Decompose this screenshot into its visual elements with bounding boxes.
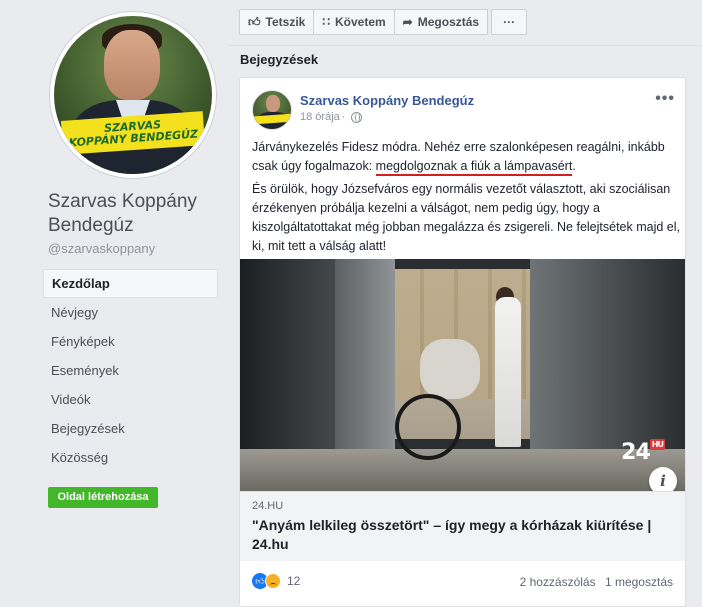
reaction-count: 12 <box>287 574 301 588</box>
link-preview[interactable]: 24.HU "Anyám lelkileg összetört" – így m… <box>240 491 685 561</box>
post-timestamp[interactable]: 18 órája <box>300 111 340 123</box>
link-preview-image[interactable]: 24 HU i <box>240 259 685 491</box>
post-author-avatar[interactable] <box>252 90 292 130</box>
post-meta: 18 órája · <box>300 111 363 123</box>
nav-item-videos[interactable]: Videók <box>43 385 218 414</box>
share-button[interactable]: ➦ Megosztás <box>393 9 489 35</box>
wheelchair <box>395 394 461 460</box>
share-arrow-icon: ➦ <box>402 15 413 29</box>
like-label: Tetszik <box>265 15 306 29</box>
divider <box>228 45 702 46</box>
comments-count[interactable]: 2 hozzászólás <box>520 575 596 589</box>
share-label: Megosztás <box>417 15 480 29</box>
avatar-photo: SZARVAS KOPPÁNY BENDEGÚZ <box>54 16 212 174</box>
thumbs-up-icon: 👍︎ <box>248 14 261 29</box>
post-card: Szarvas Koppány Bendegúz 18 órája · ••• … <box>239 77 686 607</box>
post-text: Járványkezelés Fidesz módra. Nehéz erre … <box>252 138 680 260</box>
underlined-phrase: megdolgoznak a fiúk a lámpavasért <box>375 159 573 176</box>
post-stats: 2 hozzászólás 1 megosztás <box>520 575 673 589</box>
left-column: SZARVAS KOPPÁNY BENDEGÚZ Szarvas Koppány… <box>0 0 228 607</box>
nav-item-home[interactable]: Kezdőlap <box>43 269 218 298</box>
reactions-summary[interactable]: 👍︎ 12 <box>252 573 300 589</box>
sad-reaction-icon <box>265 573 281 589</box>
like-page-button[interactable]: 👍︎ Tetszik <box>239 9 315 35</box>
page-nav: Kezdőlap Névjegy Fényképek Események Vid… <box>43 269 218 472</box>
nav-item-community[interactable]: Közösség <box>43 443 218 472</box>
info-icon[interactable]: i <box>649 467 677 491</box>
more-options-button[interactable]: ··· <box>491 9 528 35</box>
create-page-button[interactable]: Oldal létrehozása <box>48 487 158 508</box>
nav-item-events[interactable]: Események <box>43 356 218 385</box>
action-bar: 👍︎ Tetszik ∷ Követem ➦ Megosztás ··· <box>239 9 528 35</box>
link-title[interactable]: "Anyám lelkileg összetört" – így megy a … <box>252 516 677 554</box>
post-options-icon[interactable]: ••• <box>655 90 675 108</box>
post-paragraph-1: Járványkezelés Fidesz módra. Nehéz erre … <box>252 138 680 176</box>
section-title: Bejegyzések <box>240 52 319 67</box>
page-handle[interactable]: @szarvaskoppany <box>48 241 155 256</box>
banner-line2: KOPPÁNY BENDEGÚZ <box>68 127 199 150</box>
link-domain: 24.HU <box>252 500 284 512</box>
post-author-name[interactable]: Szarvas Koppány Bendegúz <box>300 93 474 108</box>
follow-button[interactable]: ∷ Követem <box>313 9 395 35</box>
rss-icon: ∷ <box>322 15 330 29</box>
shares-count[interactable]: 1 megosztás <box>605 575 673 589</box>
follow-label: Követem <box>334 15 386 29</box>
profile-picture[interactable]: SZARVAS KOPPÁNY BENDEGÚZ <box>50 12 216 178</box>
post-paragraph-2: És örülök, hogy Józsefváros egy normális… <box>252 182 680 253</box>
site-logo: 24 HU <box>621 439 665 465</box>
globe-icon[interactable] <box>351 111 363 123</box>
page-name[interactable]: Szarvas Koppány Bendegúz <box>48 190 223 238</box>
nav-item-about[interactable]: Névjegy <box>43 298 218 327</box>
nav-item-posts[interactable]: Bejegyzések <box>43 414 218 443</box>
nav-item-photos[interactable]: Fényképek <box>43 327 218 356</box>
